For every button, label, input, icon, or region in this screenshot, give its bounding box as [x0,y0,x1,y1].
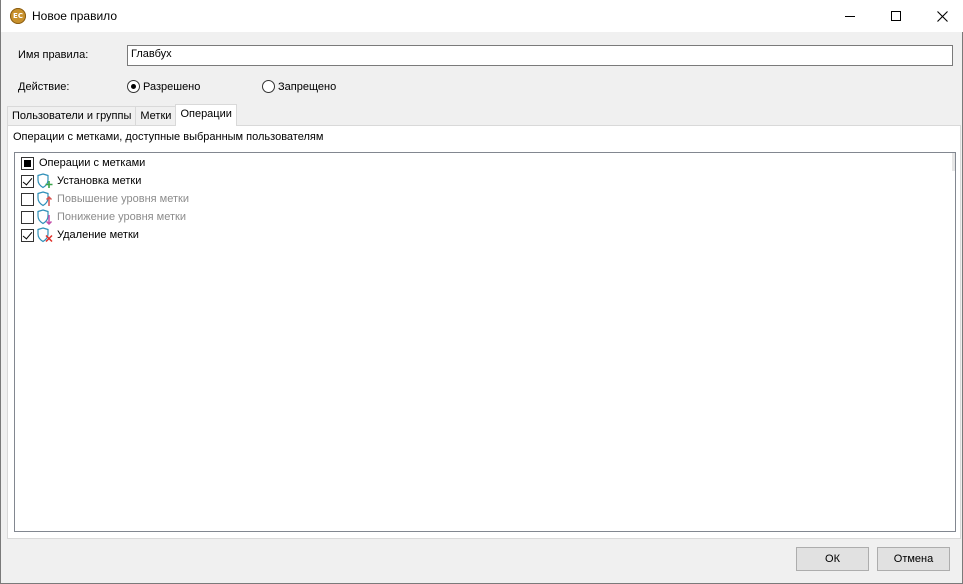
shield-cross-icon [37,227,53,243]
rule-name-input[interactable]: Главбух [127,45,953,66]
tree-scrollbar[interactable] [952,153,955,171]
maximize-icon [891,11,901,21]
tree-root-row[interactable]: Операции с метками [21,154,145,172]
shield-arrow-up-icon [37,191,53,207]
dialog-window: EC Новое правило Имя правила: Главбух Де… [0,0,963,584]
tree-item-set-label[interactable]: Установка метки [21,172,141,190]
radio-allowed-label: Разрешено [143,80,201,93]
radio-denied-label: Запрещено [278,80,337,93]
tab-labels[interactable]: Метки [135,106,177,126]
lower-level-text: Понижение уровня метки [57,211,186,223]
tab-strip: Пользователи и группы Метки Операции [7,104,237,126]
tab-users-groups[interactable]: Пользователи и группы [7,106,137,126]
tree-item-lower-level[interactable]: Понижение уровня метки [21,208,186,226]
root-checkbox[interactable] [21,156,34,170]
action-label: Действие: [18,81,70,93]
radio-allowed[interactable]: Разрешено [127,80,200,93]
shield-arrow-down-icon [37,209,53,225]
window-title: Новое правило [32,9,117,23]
raise-level-text: Повышение уровня метки [57,193,189,205]
radio-denied[interactable]: Запрещено [262,80,336,93]
app-logo-icon: EC [10,8,26,24]
tree-item-delete-label[interactable]: Удаление метки [21,226,139,244]
operations-caption: Операции с метками, доступные выбранным … [13,131,324,143]
minimize-icon [845,16,855,17]
rule-name-label: Имя правила: [18,49,89,61]
raise-level-checkbox[interactable] [21,192,34,206]
ok-button[interactable]: ОК [796,547,869,571]
delete-label-text: Удаление метки [57,229,139,241]
set-label-text: Установка метки [57,175,142,187]
tree-item-raise-level[interactable]: Повышение уровня метки [21,190,189,208]
minimize-button[interactable] [827,0,873,32]
delete-label-checkbox[interactable] [21,228,34,242]
radio-denied-button[interactable] [262,80,275,93]
operations-tree[interactable]: Операции с метками Установка метки Повыш… [14,152,956,532]
lower-level-checkbox[interactable] [21,210,34,224]
operations-panel: Операции с метками, доступные выбранным … [7,125,961,539]
cancel-button[interactable]: Отмена [877,547,950,571]
close-button[interactable] [919,0,963,32]
maximize-button[interactable] [873,0,919,32]
root-label: Операции с метками [39,157,146,169]
shield-plus-icon [37,173,53,189]
tab-operations[interactable]: Операции [175,104,237,126]
set-label-checkbox[interactable] [21,174,34,188]
title-bar[interactable]: EC Новое правило [1,0,963,32]
close-icon [936,10,948,22]
radio-allowed-button[interactable] [127,80,140,93]
